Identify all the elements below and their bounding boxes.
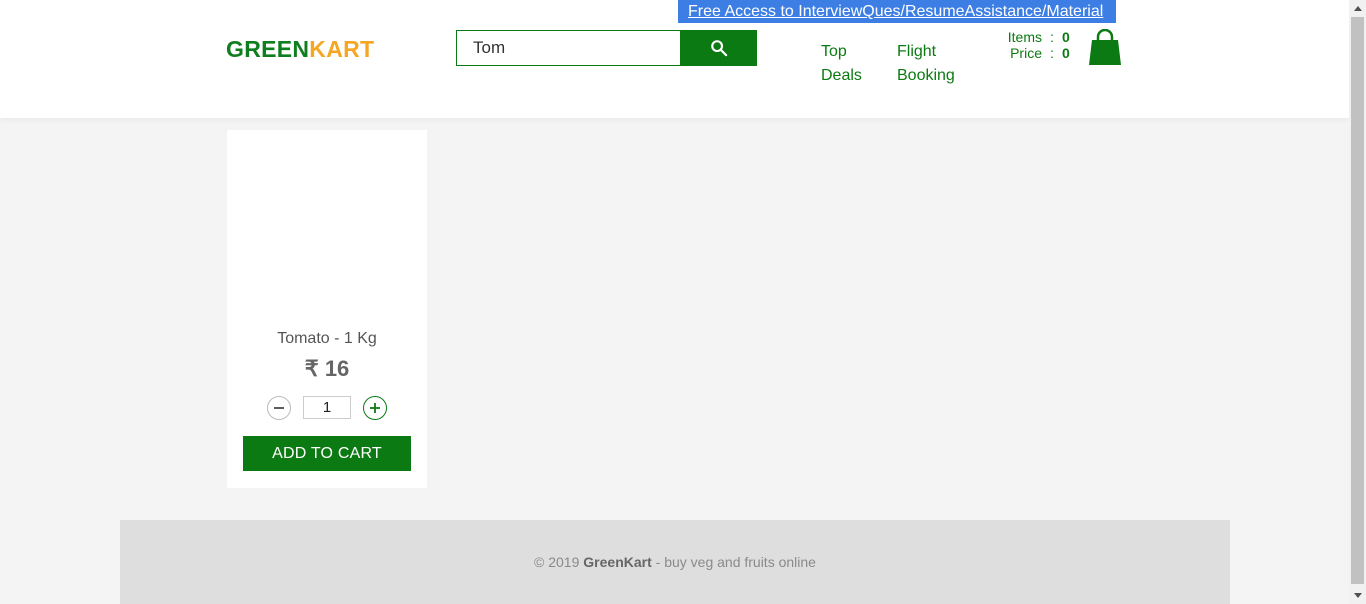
cart-price-value: 0: [1062, 45, 1070, 61]
brand-logo[interactable]: GREENKART: [226, 36, 374, 63]
decrement-button[interactable]: [267, 396, 291, 420]
cart-items-colon: :: [1050, 29, 1054, 45]
search-input[interactable]: [456, 30, 680, 66]
cart-price-label: Price: [1010, 45, 1042, 61]
minus-icon: [274, 407, 284, 409]
product-name: Tomato - 1 Kg: [277, 330, 377, 347]
add-to-cart-button[interactable]: ADD TO CART: [243, 436, 411, 471]
promo-link[interactable]: Free Access to InterviewQues/ResumeAssis…: [678, 0, 1116, 23]
nav-top-deals-link[interactable]: Top Deals: [821, 40, 881, 88]
search-button[interactable]: [680, 30, 757, 66]
nav-top-deals-line2: Deals: [821, 67, 862, 84]
plus-icon: [370, 403, 380, 413]
search-bar: [456, 30, 757, 66]
cart-items-count: 0: [1062, 29, 1070, 45]
footer-brand: GreenKart: [583, 554, 652, 570]
brand-logo-kart: KART: [309, 36, 375, 62]
product-card: Tomato - 1 Kg ₹ 16 ADD TO CART: [227, 130, 427, 488]
footer-text: © 2019 GreenKart - buy veg and fruits on…: [120, 554, 1230, 570]
footer-copyright: © 2019: [534, 554, 584, 570]
shopping-bag-icon: [1089, 28, 1121, 65]
search-icon: [710, 40, 727, 57]
product-price: ₹ 16: [304, 356, 350, 381]
increment-button[interactable]: [363, 396, 387, 420]
footer-tagline: - buy veg and fruits online: [651, 554, 816, 570]
cart-items-label: Items: [1007, 29, 1042, 45]
vertical-scrollbar[interactable]: [1349, 0, 1366, 604]
cart-icon-button[interactable]: [1088, 28, 1122, 66]
site-footer: © 2019 GreenKart - buy veg and fruits on…: [120, 520, 1230, 604]
nav-flight-booking-line1: Flight: [897, 43, 937, 60]
nav-top-deals-line1: Top: [821, 43, 847, 60]
site-header: Free Access to InterviewQues/ResumeAssis…: [0, 0, 1349, 118]
scroll-down-arrow-icon[interactable]: [1349, 587, 1366, 604]
cart-summary: Items : 0 Price : 0: [1000, 29, 1070, 61]
scrollbar-thumb[interactable]: [1351, 17, 1364, 584]
nav-flight-booking-link[interactable]: Flight Booking: [897, 40, 967, 88]
nav-flight-booking-line2: Booking: [897, 67, 955, 84]
brand-logo-green: GREEN: [226, 36, 310, 62]
scroll-up-arrow-icon[interactable]: [1349, 0, 1366, 17]
quantity-input[interactable]: [303, 396, 351, 419]
cart-price-colon: :: [1050, 45, 1054, 61]
